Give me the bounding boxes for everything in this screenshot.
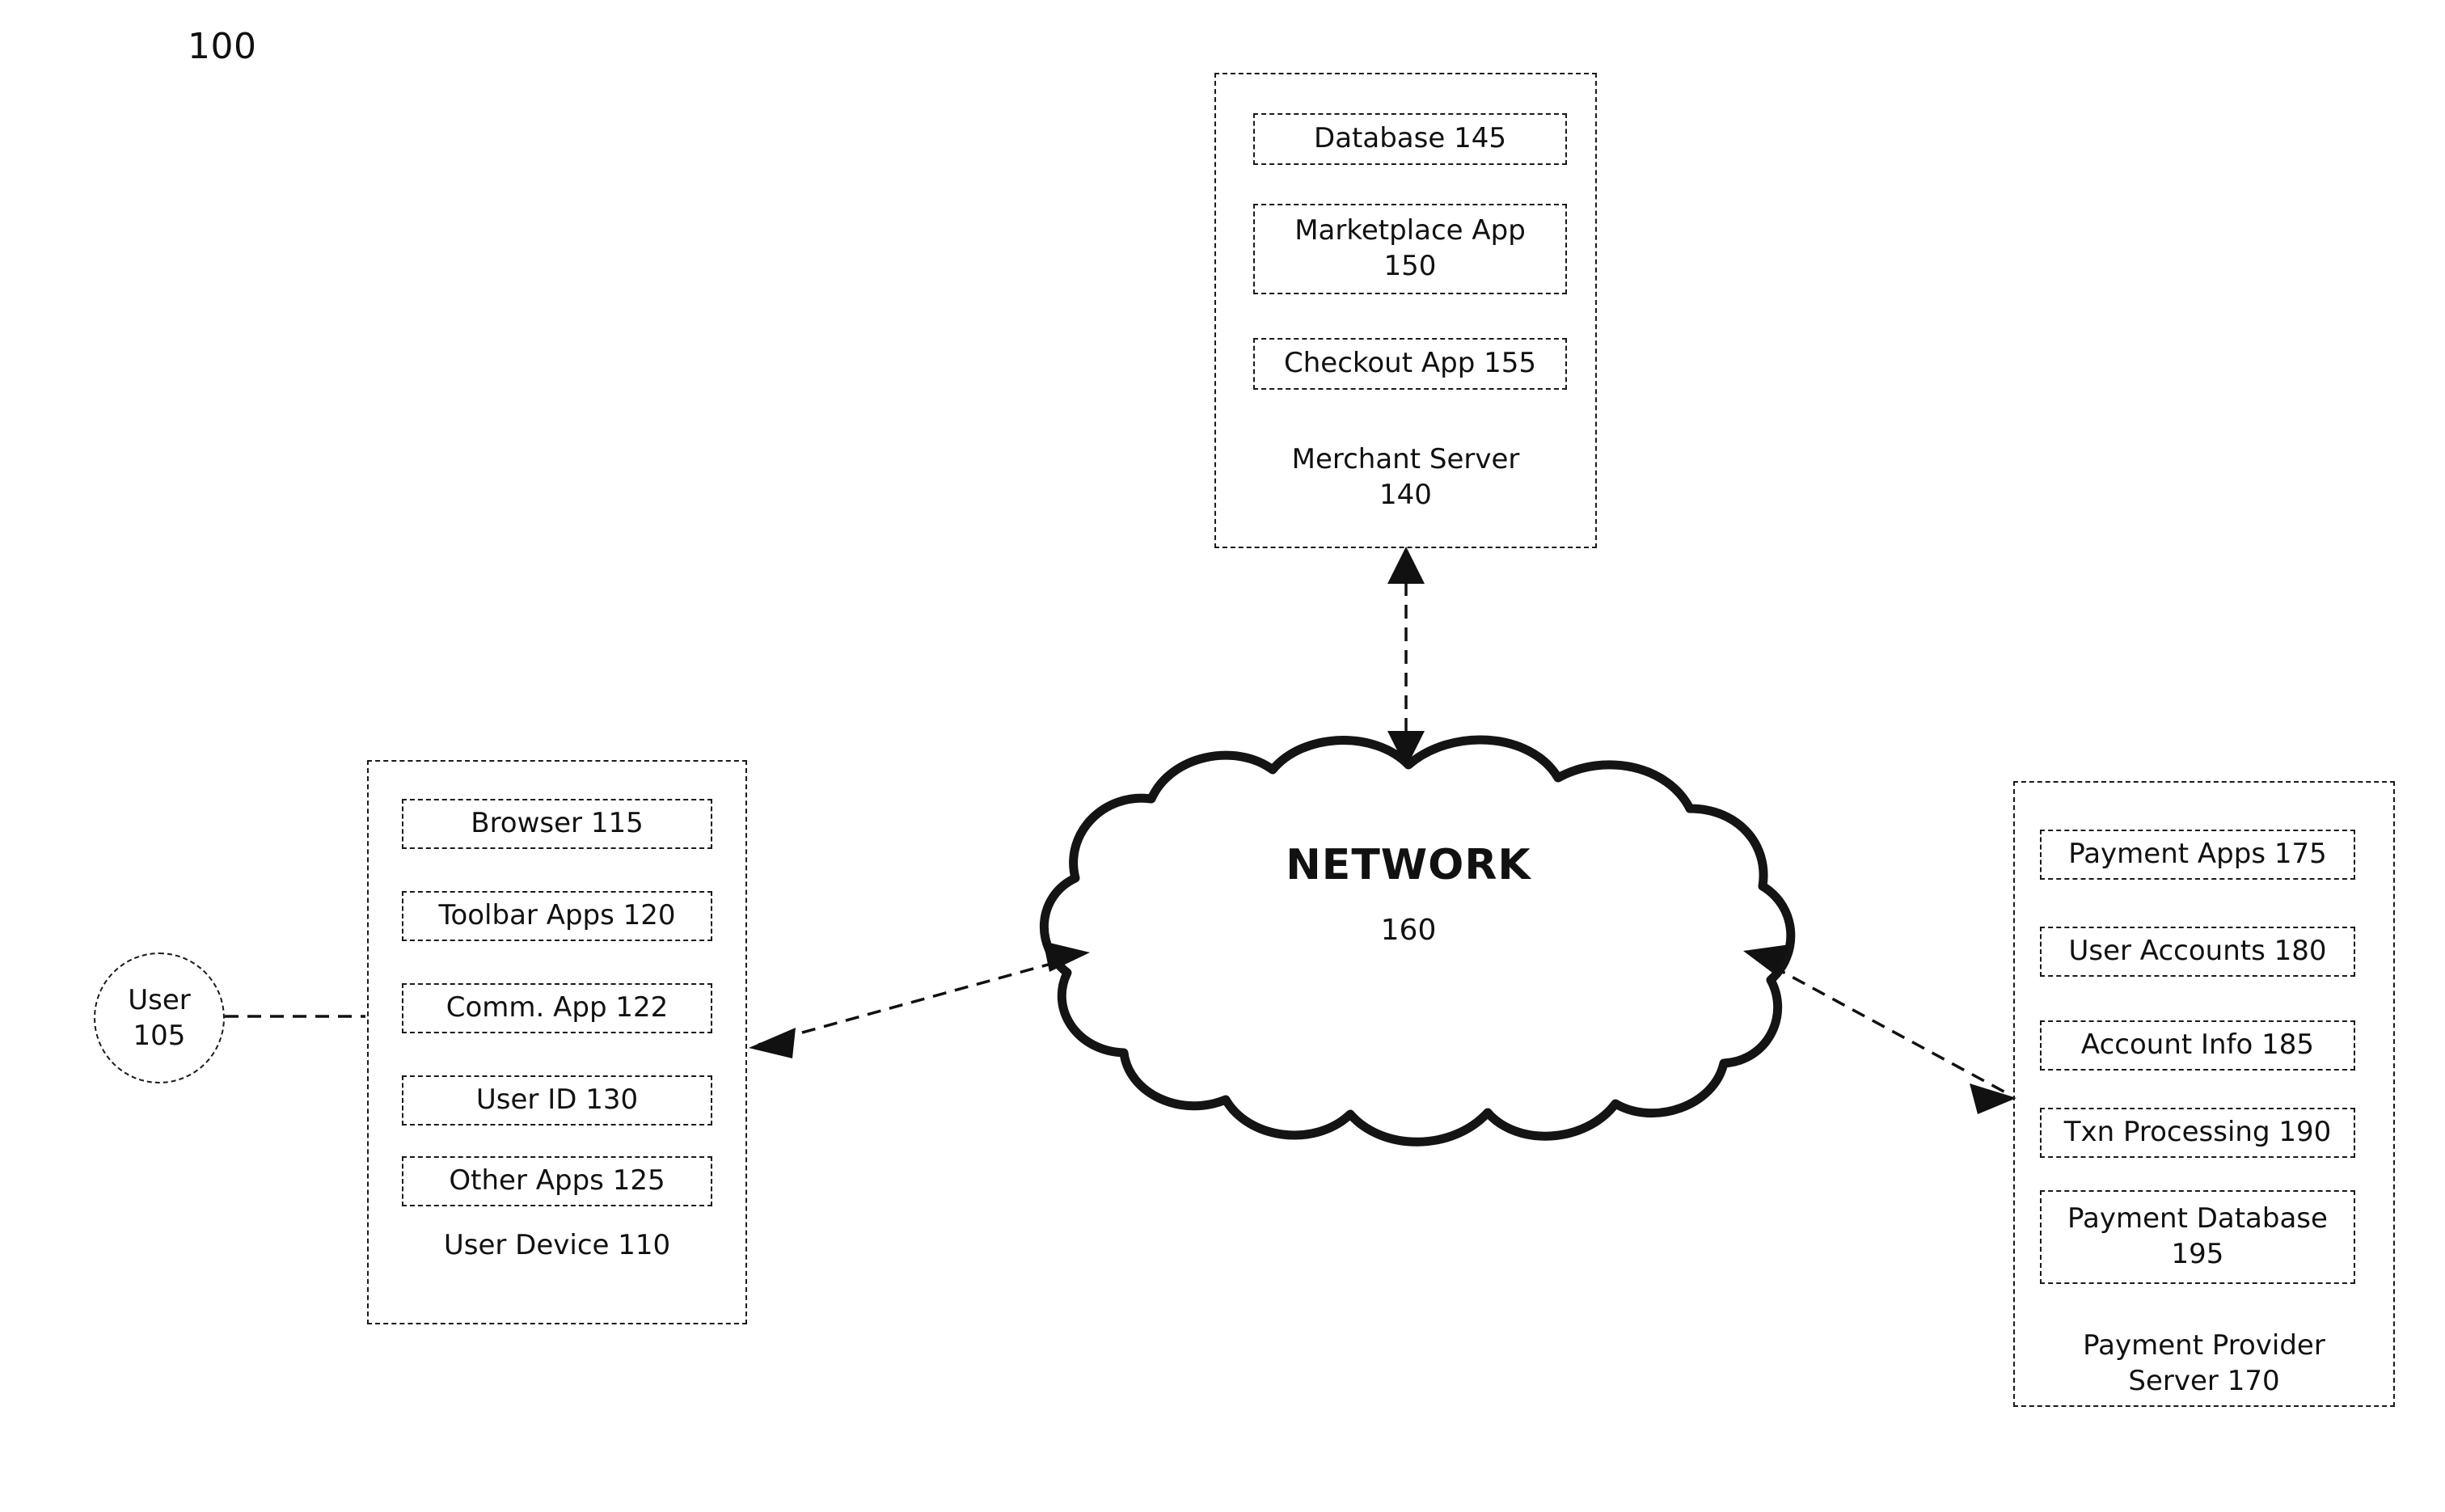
network-label-group: NETWORK 160 (1198, 841, 1619, 947)
figure-canvas: 100 User 105 Browser 115 Toolbar Apps 12… (0, 0, 2445, 1512)
component-payment-database[interactable]: Payment Database 195 (2040, 1190, 2355, 1284)
component-txn-processing[interactable]: Txn Processing 190 (2040, 1108, 2355, 1158)
network-title: NETWORK (1286, 841, 1531, 889)
component-checkout-app-label: Checkout App 155 (1284, 347, 1536, 380)
component-browser[interactable]: Browser 115 (402, 799, 712, 849)
node-payment-provider-server-caption: Payment Provider Server 170 (2083, 1329, 2325, 1398)
node-merchant-server-caption: Merchant Server 140 (1291, 443, 1520, 512)
component-user-accounts-label: User Accounts 180 (2068, 935, 2327, 968)
component-toolbar-apps[interactable]: Toolbar Apps 120 (402, 891, 712, 941)
component-account-info-label: Account Info 185 (2080, 1028, 2315, 1062)
component-marketplace-app-label: Marketplace App 150 (1294, 214, 1526, 282)
component-user-id[interactable]: User ID 130 (402, 1075, 712, 1126)
component-comm-app-label: Comm. App 122 (446, 991, 669, 1024)
component-other-apps-label: Other Apps 125 (449, 1164, 665, 1197)
component-other-apps[interactable]: Other Apps 125 (402, 1156, 712, 1206)
component-txn-processing-label: Txn Processing 190 (2063, 1116, 2332, 1149)
component-checkout-app[interactable]: Checkout App 155 (1253, 338, 1567, 390)
component-marketplace-app[interactable]: Marketplace App 150 (1253, 204, 1567, 294)
component-comm-app[interactable]: Comm. App 122 (402, 983, 712, 1033)
component-user-id-label: User ID 130 (475, 1083, 639, 1117)
network-reference-number: 160 (1380, 914, 1437, 947)
component-payment-database-label: Payment Database 195 (2067, 1202, 2328, 1270)
actor-user-label: User 105 (128, 983, 191, 1052)
component-payment-apps[interactable]: Payment Apps 175 (2040, 830, 2355, 880)
actor-user[interactable]: User 105 (94, 952, 225, 1083)
component-toolbar-apps-label: Toolbar Apps 120 (438, 899, 676, 932)
component-user-accounts[interactable]: User Accounts 180 (2040, 927, 2355, 977)
component-database[interactable]: Database 145 (1253, 113, 1567, 165)
component-browser-label: Browser 115 (471, 807, 644, 840)
component-payment-apps-label: Payment Apps 175 (2068, 838, 2327, 871)
node-layer: User 105 Browser 115 Toolbar Apps 120 Co… (0, 0, 2445, 1512)
component-database-label: Database 145 (1314, 122, 1506, 155)
node-user-device-caption: User Device 110 (443, 1229, 671, 1261)
component-account-info[interactable]: Account Info 185 (2040, 1020, 2355, 1071)
